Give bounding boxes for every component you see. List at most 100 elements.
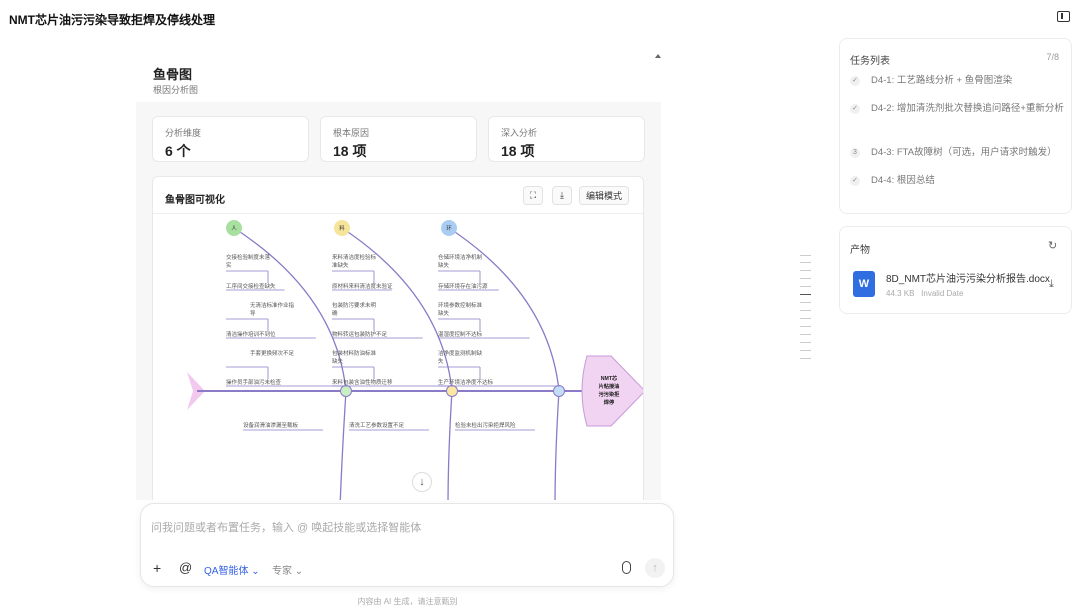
panel-toggle-icon[interactable] xyxy=(1057,11,1070,22)
card-subtitle: 根因分析图 xyxy=(153,85,199,95)
outline-tick[interactable] xyxy=(800,310,811,311)
fish-head-label: 片粘接油 xyxy=(599,382,620,390)
spine-joint xyxy=(553,385,565,397)
sub-cause-label: 手套更换频次不足 xyxy=(250,349,295,357)
file-meta: 44.3 KB Invalid Date xyxy=(886,289,963,298)
sub-cause-label: 包装材料防油标准 xyxy=(332,349,377,357)
cause-label: 清洁操作培训不到位 xyxy=(226,330,276,338)
outline-tick[interactable] xyxy=(800,270,811,271)
fish-bone-top xyxy=(341,227,453,392)
outline-tick-active[interactable] xyxy=(800,294,811,295)
outline-tick[interactable] xyxy=(800,326,811,327)
fishbone-diagram: NMT芯片粘接油污污染拒焊停 人交接检验制度未落实工序间交接检查缺失无清洁标准作业… xyxy=(187,220,643,500)
file-date: Invalid Date xyxy=(921,289,964,298)
outline-tick[interactable] xyxy=(800,358,811,359)
stat-value: 18 项 xyxy=(501,143,535,159)
refresh-icon[interactable]: ↻ xyxy=(1048,239,1057,252)
sub-cause-label: 导 xyxy=(250,310,256,317)
outline-tick[interactable] xyxy=(800,318,811,319)
fish-bone-top xyxy=(448,227,560,392)
sub-cause-label: 缺失 xyxy=(438,309,450,317)
cause-label: 清洗工艺参数设置不足 xyxy=(349,421,405,429)
outline-tick[interactable] xyxy=(800,302,811,303)
sub-cause-label: 缺失 xyxy=(332,357,344,365)
sub-cause-label: 实 xyxy=(226,261,232,269)
download-icon[interactable]: ⤓ xyxy=(1049,278,1054,291)
fish-bone-bottom xyxy=(339,390,347,500)
category-label: 环 xyxy=(446,225,452,232)
step-number: 3 xyxy=(850,148,860,158)
file-size: 44.3 KB xyxy=(886,289,915,298)
sub-cause-label: 环境参数控制标准 xyxy=(438,301,483,309)
cause-label: 物料转运包装防护不足 xyxy=(332,330,388,338)
ai-disclaimer: 内容由 AI 生成，请注意甄别 xyxy=(357,597,458,606)
microphone-icon[interactable] xyxy=(622,561,631,574)
send-button[interactable]: ↑ xyxy=(645,558,665,578)
file-name[interactable]: 8D_NMT芯片油污污染分析报告.docx xyxy=(886,270,1050,285)
outline-tick[interactable] xyxy=(800,278,811,279)
sub-cause-label: 缺失 xyxy=(438,261,450,269)
fish-bone-bottom xyxy=(447,390,453,500)
sub-cause-label: 交接检验制度未落 xyxy=(226,253,271,261)
task-count: 7/8 xyxy=(1046,52,1059,62)
outline-tick[interactable] xyxy=(800,255,811,256)
card-title: 鱼骨图 xyxy=(153,67,193,82)
stat-label: 深入分析 xyxy=(501,128,538,138)
sub-cause-label: 仓储环境洁净机制 xyxy=(438,253,483,261)
at-mention-icon[interactable]: @ xyxy=(179,560,192,575)
fish-head-label: NMT芯 xyxy=(601,374,618,382)
expert-selector[interactable]: 专家 ⌄ xyxy=(272,562,303,577)
scroll-up-arrow-icon[interactable] xyxy=(655,54,661,58)
category-label: 料 xyxy=(339,224,345,232)
spine-joint xyxy=(340,385,352,397)
sub-cause-label: 包装防污要求未明 xyxy=(332,301,377,309)
fish-bone-bottom xyxy=(554,390,560,500)
stat-value: 18 项 xyxy=(333,143,367,159)
outline-tick[interactable] xyxy=(800,262,811,263)
outline-tick[interactable] xyxy=(800,334,811,335)
task-text: D4-2: 增加清洗剂批次替换追问路径+重新分析 xyxy=(871,103,1064,114)
outline-tick[interactable] xyxy=(800,350,811,351)
check-icon: ✓ xyxy=(850,76,860,86)
fish-head-label: 污污染拒 xyxy=(599,390,621,398)
scroll-down-button[interactable]: ↓ xyxy=(412,472,432,492)
fishbone-card: 鱼骨图 根因分析图 分析维度 6 个 根本原因 18 项 深入分析 18 项 鱼… xyxy=(136,46,661,500)
fish-head xyxy=(581,355,643,427)
download-icon[interactable]: ⤓ xyxy=(552,186,572,205)
outline-tick[interactable] xyxy=(800,286,811,287)
chevron-down-icon: ⌄ xyxy=(294,566,304,577)
check-icon: ✓ xyxy=(850,176,860,186)
expert-label: 专家 xyxy=(272,566,292,577)
cause-label: 操作员手部油污未检查 xyxy=(226,378,282,386)
chevron-down-icon: ⌄ xyxy=(251,566,260,577)
chat-input[interactable]: 问我问题或者布置任务，输入 @ 唤起技能或选择智能体 xyxy=(151,519,421,535)
check-icon: ✓ xyxy=(850,104,860,114)
stat-root-causes: 根本原因 18 项 xyxy=(320,116,477,162)
add-icon[interactable]: + xyxy=(153,560,161,576)
clipped-text-line xyxy=(136,24,656,34)
stat-label: 根本原因 xyxy=(333,128,370,138)
spine-joint xyxy=(446,385,458,397)
agent-selector[interactable]: QA智能体 ⌄ xyxy=(204,562,260,577)
artifacts-title: 产物 xyxy=(850,245,870,256)
sub-cause-label: 失 xyxy=(438,357,444,365)
fish-head-label: 焊停 xyxy=(604,398,615,406)
sub-cause-label: 来料清洁度检验标 xyxy=(332,253,377,261)
fish-bone-top xyxy=(233,227,347,392)
task-text: D4-4: 根因总结 xyxy=(871,175,935,186)
edit-mode-button[interactable]: 编辑模式 xyxy=(579,186,629,205)
stat-deep-analysis: 深入分析 18 项 xyxy=(488,116,645,162)
cause-label: 设备润滑油渗漏至载板 xyxy=(243,421,299,429)
cause-label: 存储环境存在油污源 xyxy=(438,282,488,290)
outline-tick[interactable] xyxy=(800,342,811,343)
sub-cause-label: 确 xyxy=(332,309,338,317)
viz-title: 鱼骨图可视化 xyxy=(165,195,225,206)
cause-label: 检验未检出污染拒焊风险 xyxy=(455,421,516,429)
stat-dimensions: 分析维度 6 个 xyxy=(152,116,309,162)
fullscreen-icon[interactable]: ⛶ xyxy=(523,186,543,205)
chat-input-box[interactable]: 问我问题或者布置任务，输入 @ 唤起技能或选择智能体 + @ QA智能体 ⌄ 专… xyxy=(140,503,674,587)
stat-value: 6 个 xyxy=(165,143,191,159)
stat-label: 分析维度 xyxy=(165,128,202,138)
cause-label: 生产环境洁净度不达标 xyxy=(438,378,494,386)
sub-cause-label: 无清洁标准作业指 xyxy=(250,301,295,309)
